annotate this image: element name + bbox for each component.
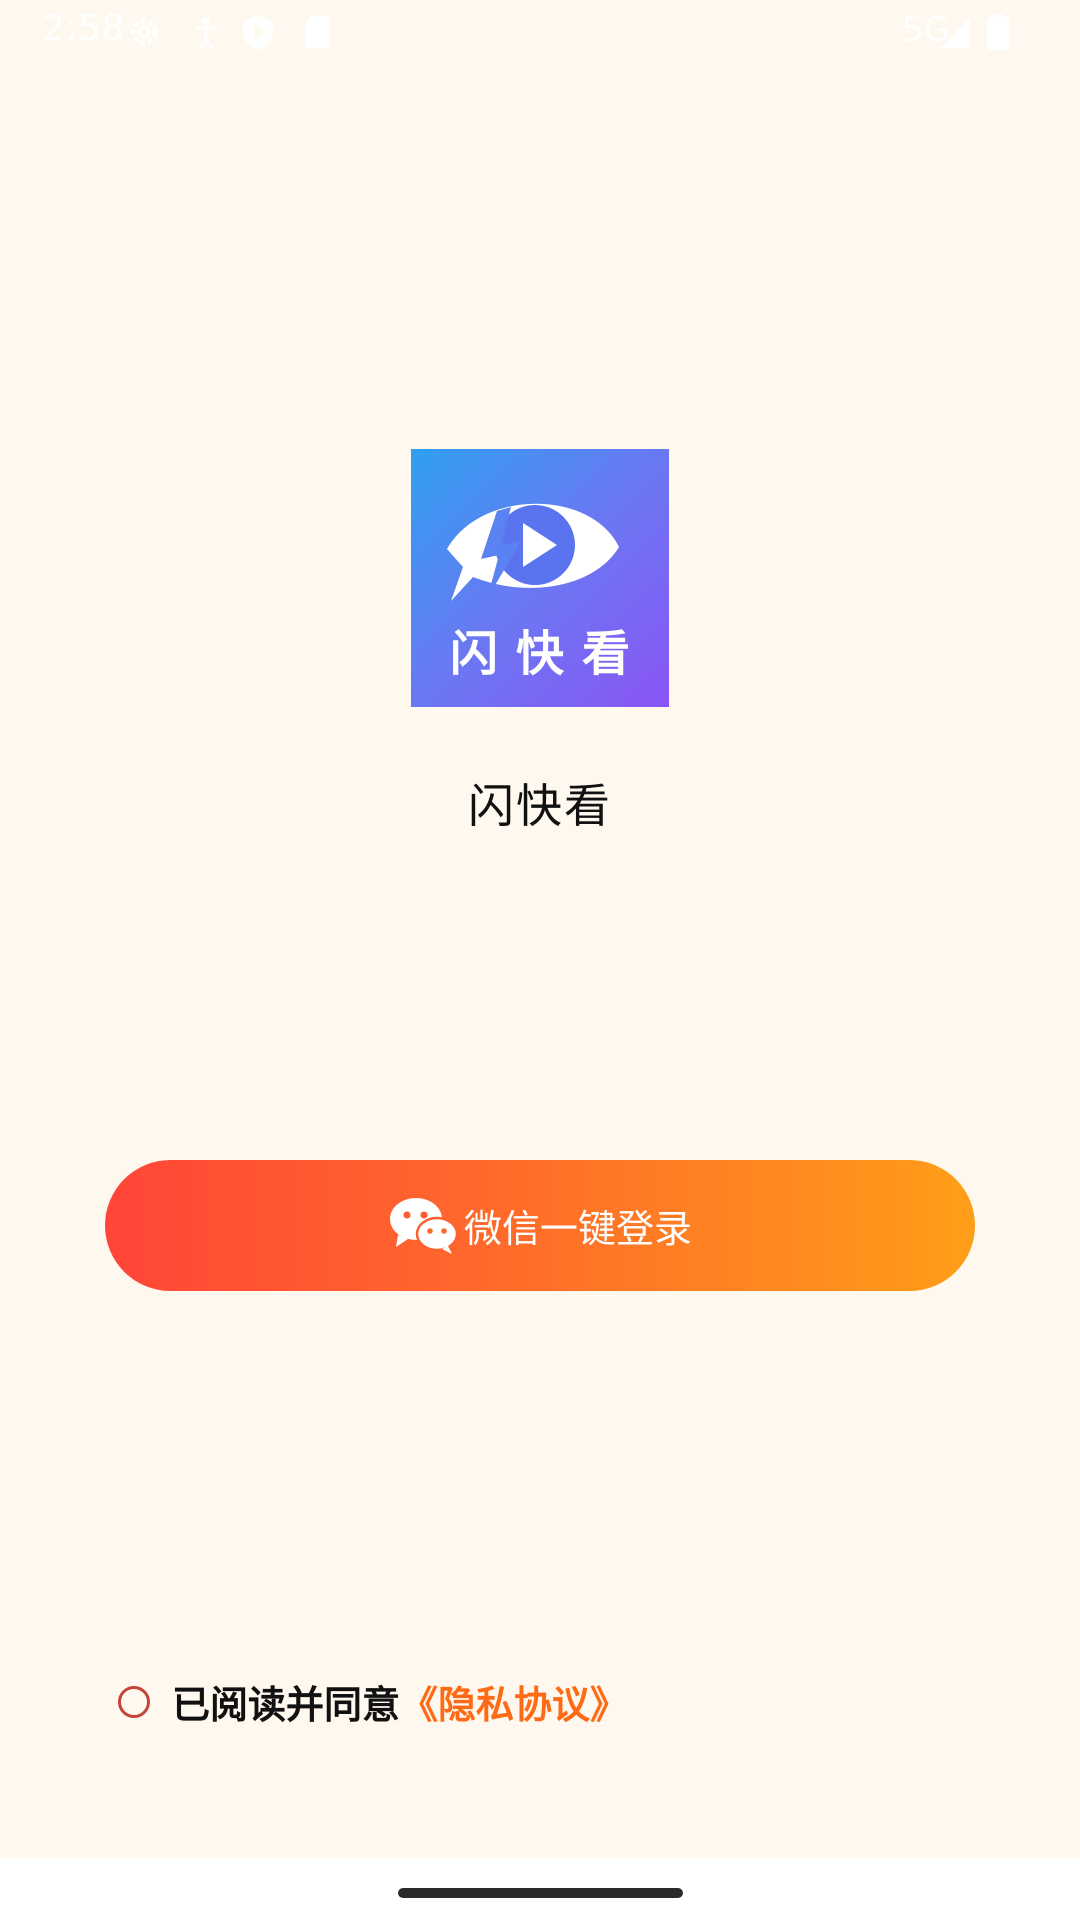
wechat-icon [389, 1197, 458, 1254]
wechat-login-button[interactable]: 微信一键登录 [105, 1160, 975, 1291]
status-bar: 2:58 5G [0, 0, 1080, 64]
app-name: 闪快看 [468, 779, 612, 833]
app-logo: 闪快看 [411, 449, 669, 707]
settings-gear-icon [130, 18, 158, 46]
shield-play-icon [243, 15, 273, 50]
wechat-login-label: 微信一键登录 [463, 1207, 692, 1251]
logo-text: 闪快看 [449, 626, 648, 682]
signal-icon [940, 18, 970, 48]
navigation-bar [0, 1858, 1080, 1920]
accessibility-icon [196, 17, 216, 49]
agreement-checkbox[interactable] [118, 1685, 150, 1718]
status-time: 2:58 [42, 8, 125, 49]
battery-icon [987, 14, 1009, 50]
agreement-text: 已阅读并同意 [172, 1683, 401, 1727]
sd-card-icon [306, 16, 330, 48]
privacy-policy-link[interactable]: 《隐私协议》 [400, 1674, 628, 1729]
agreement-row: 已阅读并同意 《隐私协议》 [118, 1674, 628, 1729]
home-gesture-handle[interactable] [398, 1888, 683, 1898]
